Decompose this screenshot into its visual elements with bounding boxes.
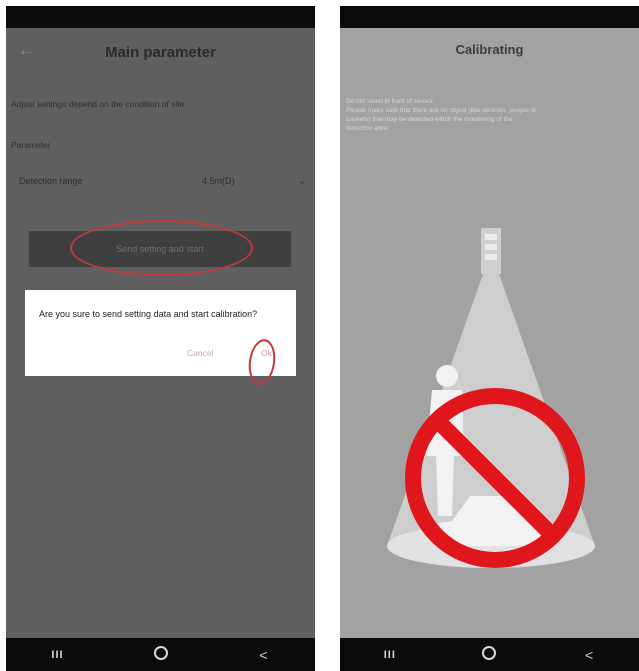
recents-button[interactable]: III	[370, 649, 410, 661]
nav-bar: III <	[6, 638, 315, 671]
detection-range-select[interactable]: Detection range 4.5m(D) ⌄	[6, 168, 315, 196]
app-header: ← Main parameter	[6, 28, 315, 76]
home-button[interactable]	[141, 646, 181, 663]
detection-range-value: 4.5m(D)	[202, 176, 235, 186]
home-icon	[153, 646, 168, 660]
back-button[interactable]: <	[244, 647, 284, 663]
instruction-line: Please make sure that there are no objec…	[346, 107, 537, 114]
detection-range-label: Detection range	[19, 176, 83, 186]
chevron-down-icon: ⌄	[296, 173, 307, 187]
page-title: Calibrating	[455, 42, 524, 57]
back-button[interactable]: <	[569, 647, 609, 663]
intro-text: Adjust settings depend on the condition …	[11, 99, 187, 109]
right-phone-screen: Calibrating Do not stand in front of sen…	[340, 6, 639, 671]
calibration-illustration	[387, 228, 595, 568]
dialog-cancel-button[interactable]: Cancel	[187, 348, 213, 358]
dialog-message: Are you sure to send setting data and st…	[39, 309, 258, 319]
status-bar	[340, 6, 639, 28]
instruction-line: Do not stand in front of sensor.	[346, 98, 435, 105]
calibration-instructions: Do not stand in front of sensor. Please …	[346, 97, 631, 133]
recents-button[interactable]: III	[38, 649, 78, 661]
instruction-line: detection area.	[346, 125, 390, 132]
instruction-line: baskets) that may be detected within the…	[346, 116, 513, 123]
nav-bar: III <	[340, 638, 639, 671]
left-phone-screen: ← Main parameter Adjust settings depend …	[6, 6, 315, 671]
status-bar	[6, 6, 315, 28]
home-icon	[482, 646, 497, 660]
annotation-circle-send	[70, 220, 253, 276]
sensor-icon	[481, 228, 501, 274]
page-title: Main parameter	[105, 44, 216, 61]
parameter-label: Parameter	[11, 140, 51, 150]
home-button[interactable]	[469, 646, 509, 663]
